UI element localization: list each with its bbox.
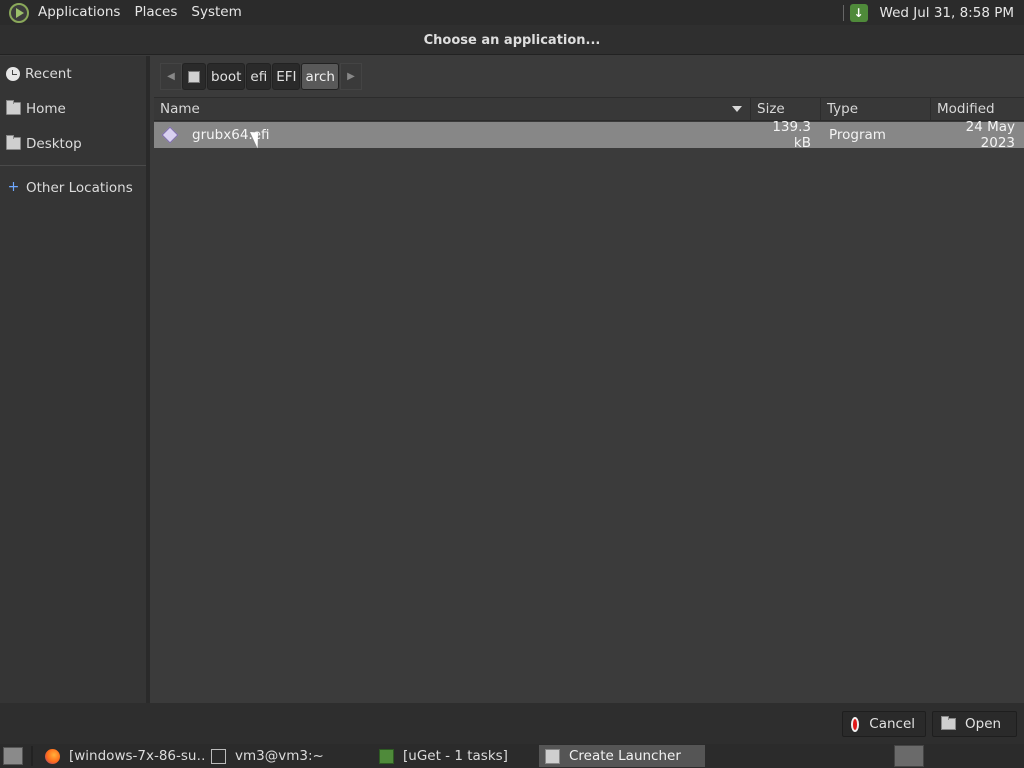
column-label: Modified <box>937 101 995 117</box>
file-size: 139.3 kB <box>772 119 811 151</box>
panel-tray: ↓ Wed Jul 31, 8:58 PM <box>842 0 1024 25</box>
file-row-selected[interactable]: grubx64.efi 139.3 kB Program 24 May 2023 <box>154 119 1024 151</box>
open-label: Open <box>965 716 1002 732</box>
workspace-switcher-icon[interactable] <box>894 745 924 767</box>
sidebar-item-desktop[interactable]: Desktop <box>0 126 146 161</box>
launcher-icon <box>545 748 560 764</box>
sidebar-item-label: Home <box>26 100 66 117</box>
task-label: [uGet - 1 tasks] <box>403 748 508 764</box>
distro-logo-icon[interactable] <box>9 2 29 23</box>
task-label: Create Launcher <box>569 748 681 764</box>
task-uget[interactable]: [uGet - 1 tasks] <box>373 745 539 767</box>
taskbar-separator <box>31 746 33 766</box>
bottom-taskbar: [windows-7x-86-su… vm3@vm3:~ [uGet - 1 t… <box>0 744 1024 768</box>
file-type: Program <box>829 127 886 143</box>
sidebar-item-label: Desktop <box>26 135 82 152</box>
places-sidebar: Recent Home Desktop + Other Locations <box>0 56 150 703</box>
column-label: Size <box>757 101 785 117</box>
firefox-icon <box>45 748 60 764</box>
path-scroll-right-icon[interactable]: ▶ <box>340 63 362 90</box>
drive-icon <box>188 70 200 83</box>
file-name-cell: grubx64.efi <box>154 126 751 144</box>
uget-icon <box>379 748 394 764</box>
column-modified[interactable]: Modified <box>931 98 1024 120</box>
file-browser: ◀ boot efi EFI arch ▶ Name Size Type Mod… <box>154 56 1024 703</box>
path-crumb-arch[interactable]: arch <box>301 63 339 90</box>
recent-icon <box>6 66 20 81</box>
show-desktop-icon[interactable] <box>3 747 23 765</box>
sort-descending-icon <box>732 106 742 112</box>
open-folder-icon <box>941 716 956 730</box>
program-icon <box>161 126 179 144</box>
sidebar-item-label: Recent <box>25 65 72 82</box>
task-label: [windows-7x-86-su… <box>69 748 205 764</box>
sidebar-item-other-locations[interactable]: + Other Locations <box>0 170 146 205</box>
column-size[interactable]: Size <box>751 98 821 120</box>
menu-applications[interactable]: Applications <box>31 0 127 25</box>
terminal-icon <box>211 748 226 764</box>
desktop-folder-icon <box>6 135 21 150</box>
task-label: vm3@vm3:~ <box>235 748 324 764</box>
file-list-header: Name Size Type Modified <box>154 97 1024 121</box>
plus-icon: + <box>7 179 20 195</box>
column-label: Name <box>160 101 200 117</box>
dialog-action-bar: Cancel Open <box>0 703 1024 744</box>
column-name[interactable]: Name <box>154 98 751 120</box>
column-type[interactable]: Type <box>821 98 931 120</box>
path-crumb-boot[interactable]: boot <box>207 63 246 90</box>
path-bar: ◀ boot efi EFI arch ▶ <box>160 63 362 90</box>
home-folder-icon <box>6 100 21 115</box>
cancel-button[interactable]: Cancel <box>842 711 926 737</box>
cancel-label: Cancel <box>869 716 915 732</box>
uget-tray-icon[interactable]: ↓ <box>849 3 868 22</box>
main-menu: Applications Places System <box>0 0 249 25</box>
menu-places[interactable]: Places <box>127 0 184 25</box>
task-terminal[interactable]: vm3@vm3:~ <box>205 745 373 767</box>
panel-separator <box>842 4 844 21</box>
path-scroll-left-icon[interactable]: ◀ <box>160 63 182 90</box>
clock[interactable]: Wed Jul 31, 8:58 PM <box>868 5 1024 21</box>
open-button[interactable]: Open <box>932 711 1017 737</box>
menu-system[interactable]: System <box>184 0 248 25</box>
path-crumb-efi[interactable]: efi <box>246 63 272 90</box>
top-panel: Applications Places System ↓ Wed Jul 31,… <box>0 0 1024 25</box>
dialog-title: Choose an application... <box>0 25 1024 55</box>
sidebar-item-home[interactable]: Home <box>0 91 146 126</box>
path-root-button[interactable] <box>182 63 206 90</box>
sidebar-separator <box>0 165 146 166</box>
path-crumb-EFI[interactable]: EFI <box>272 63 301 90</box>
sidebar-item-label: Other Locations <box>26 179 133 196</box>
sidebar-item-recent[interactable]: Recent <box>0 56 146 91</box>
task-create-launcher[interactable]: Create Launcher <box>539 745 705 767</box>
task-firefox[interactable]: [windows-7x-86-su… <box>39 745 205 767</box>
cancel-icon <box>851 716 860 732</box>
column-label: Type <box>827 101 859 117</box>
file-modified: 24 May 2023 <box>965 119 1015 151</box>
